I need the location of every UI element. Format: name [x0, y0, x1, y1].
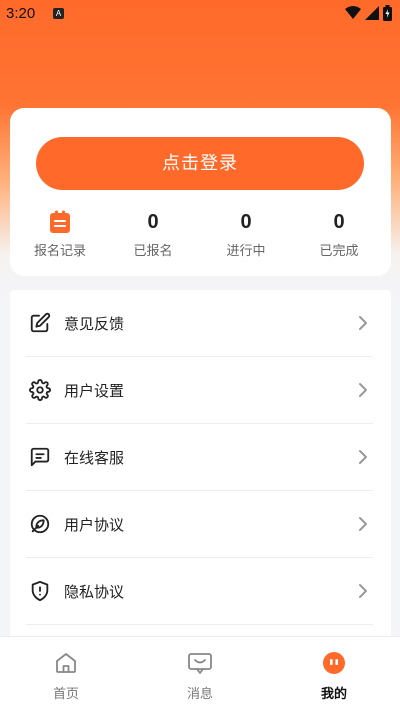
clipboard-icon	[15, 208, 105, 236]
chevron-right-icon	[355, 449, 371, 465]
stat-label: 报名记录	[33, 244, 86, 259]
menu-item-label: 用户设置	[64, 381, 125, 400]
chat-icon	[28, 445, 52, 469]
status-bar: 3:20 A	[0, 0, 400, 28]
menu-item-label: 隐私协议	[64, 582, 125, 601]
shield-off-icon	[28, 512, 52, 536]
wifi-icon	[345, 6, 361, 19]
menu-item-online-service[interactable]: 在线客服	[26, 424, 373, 491]
menu-item-label: 意见反馈	[64, 314, 125, 333]
user-card: 点击登录 报名记录 0 已报名 0 进行中 0 已完成	[10, 108, 391, 276]
edit-icon	[28, 311, 52, 335]
chevron-right-icon	[355, 583, 371, 599]
profile-icon	[289, 649, 379, 677]
stat-label: 已完成	[319, 244, 359, 259]
home-icon	[21, 649, 111, 677]
tab-messages[interactable]: 消息	[155, 649, 245, 702]
chevron-right-icon	[355, 315, 371, 331]
bottom-tab-bar: 首页 消息 我的	[0, 636, 400, 712]
tab-profile[interactable]: 我的	[289, 649, 379, 702]
stat-value: 0	[333, 211, 345, 233]
stat-completed[interactable]: 0 已完成	[294, 208, 384, 259]
message-icon	[155, 649, 245, 677]
status-indicators	[345, 5, 392, 21]
app-notification-icon: A	[53, 8, 64, 19]
signal-icon	[365, 6, 379, 20]
stat-registration-records[interactable]: 报名记录	[15, 208, 105, 259]
stat-in-progress[interactable]: 0 进行中	[201, 208, 291, 259]
shield-alert-icon	[28, 579, 52, 603]
menu-item-privacy-agreement[interactable]: 隐私协议	[26, 558, 373, 625]
battery-icon	[383, 5, 392, 21]
menu-item-label: 用户协议	[64, 515, 125, 534]
gear-icon	[28, 378, 52, 402]
tab-home[interactable]: 首页	[21, 649, 111, 702]
menu-item-user-agreement[interactable]: 用户协议	[26, 491, 373, 558]
stat-registered[interactable]: 0 已报名	[108, 208, 198, 259]
chevron-right-icon	[355, 382, 371, 398]
tab-label: 首页	[52, 687, 79, 702]
settings-menu: 意见反馈 用户设置 在线客服 用户协议 隐私协议	[10, 290, 391, 650]
stat-value: 0	[240, 211, 252, 233]
menu-item-user-settings[interactable]: 用户设置	[26, 357, 373, 424]
menu-item-label: 在线客服	[64, 448, 125, 467]
stat-value: 0	[147, 211, 159, 233]
chevron-right-icon	[355, 516, 371, 532]
stat-label: 已报名	[133, 244, 173, 259]
tab-label: 我的	[320, 687, 347, 702]
menu-item-feedback[interactable]: 意见反馈	[26, 290, 373, 357]
stat-label: 进行中	[226, 244, 266, 259]
tab-label: 消息	[186, 687, 213, 702]
status-time: 3:20	[6, 5, 36, 22]
login-button[interactable]: 点击登录	[36, 137, 364, 190]
